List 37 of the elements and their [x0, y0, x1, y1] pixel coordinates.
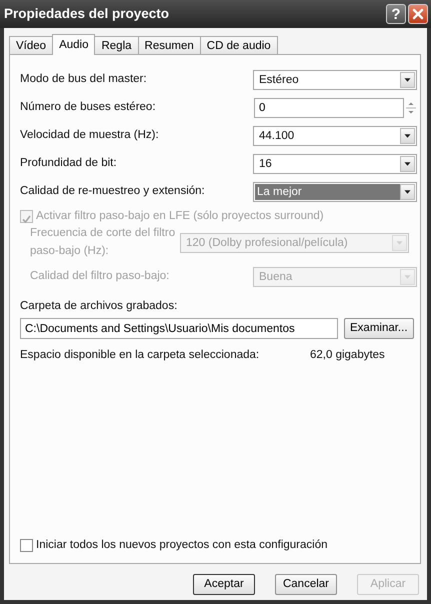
- caret-icon: [392, 234, 407, 250]
- close-icon: [412, 8, 424, 20]
- dialog-button[interactable]: Cancelar: [275, 574, 337, 595]
- setting-label: Velocidad de muestra (Hz):: [20, 128, 160, 144]
- folder-label: Carpeta de archivos grabados:: [20, 300, 178, 312]
- setting-label: Calidad del filtro paso-bajo:: [30, 269, 170, 284]
- checkbox-label: Iniciar todos los nuevos proyectos con esta configuración: [36, 538, 328, 553]
- checkbox[interactable]: [20, 538, 33, 552]
- caret-icon: [400, 268, 415, 285]
- browse-button[interactable]: Examinar...: [344, 318, 414, 339]
- close-button[interactable]: [408, 4, 428, 24]
- setting-label: Número de buses estéreo:: [20, 100, 157, 116]
- dropdown-field[interactable]: 16: [253, 154, 417, 174]
- caret-icon: [400, 72, 415, 88]
- dialog-button[interactable]: Aceptar: [193, 574, 255, 595]
- tab[interactable]: Vídeo: [9, 36, 54, 54]
- dropdown-field[interactable]: 44.100: [253, 126, 417, 146]
- free-space-label: Espacio disponible en la carpeta seleccionada:: [20, 348, 260, 363]
- free-space-value: 62,0 gigabytes: [310, 348, 385, 363]
- help-button[interactable]: ?: [386, 4, 406, 24]
- dropdown-field[interactable]: La mejor: [253, 182, 417, 202]
- checkbox-label: Activar filtro paso-bajo en LFE (sólo proyectos surround): [36, 209, 324, 224]
- tab[interactable]: Regla: [94, 36, 139, 54]
- dropdown-field[interactable]: Estéreo: [253, 70, 417, 90]
- number-field[interactable]: 0: [254, 98, 404, 118]
- setting-label: Calidad de re-muestreo y extensión:: [20, 184, 206, 200]
- caret-icon: [400, 184, 415, 200]
- caret-icon: [400, 156, 415, 172]
- tab[interactable]: Resumen: [138, 36, 201, 54]
- path-field[interactable]: C:\Documents and Settings\Usuario\Mis documentos: [20, 318, 338, 339]
- window-title: Propiedades del proyecto: [4, 4, 170, 23]
- setting-label: Frecuencia de corte del filtro paso-bajo (Hz):: [30, 226, 176, 258]
- tab[interactable]: Audio: [52, 34, 96, 55]
- tab[interactable]: CD de audio: [200, 36, 278, 54]
- setting-label: Modo de bus del master:: [20, 72, 148, 88]
- caret-icon: [400, 128, 415, 144]
- setting-label: Profundidad de bit:: [20, 156, 118, 172]
